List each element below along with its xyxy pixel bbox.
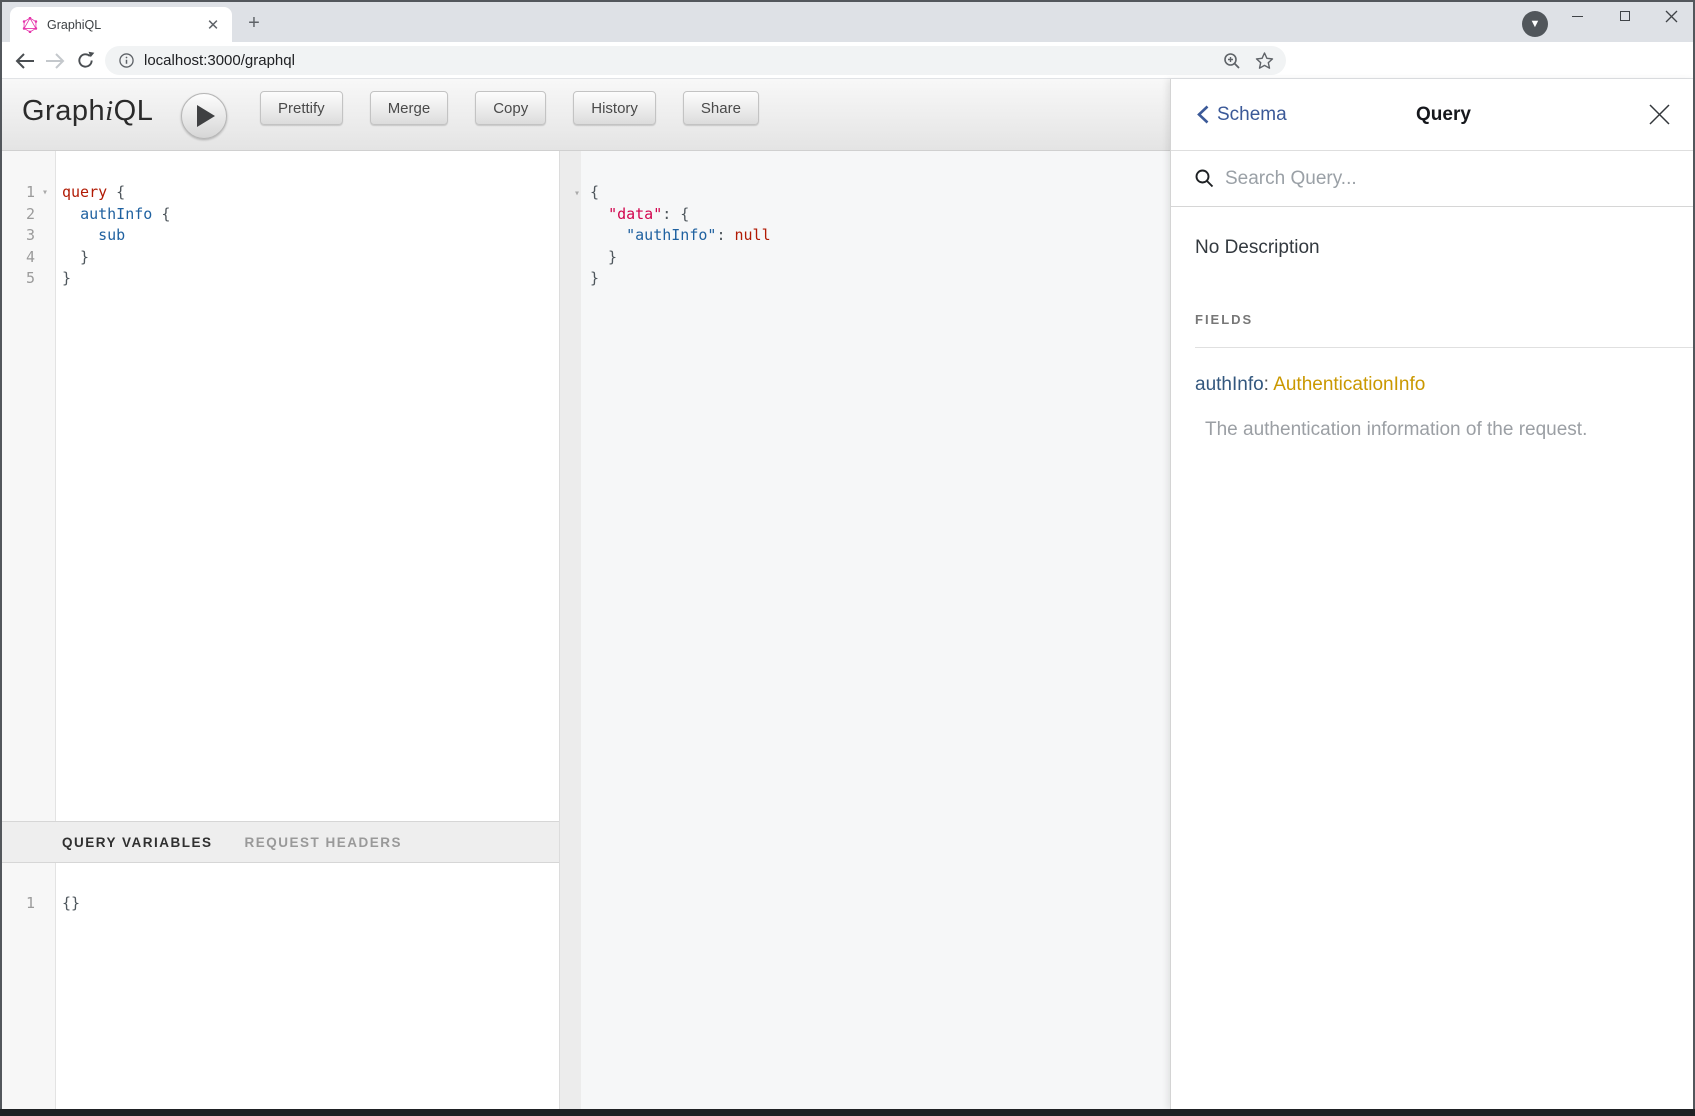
- address-bar[interactable]: [105, 46, 1286, 75]
- url-input[interactable]: [144, 52, 1223, 69]
- graphiql-topbar: GraphiQL Prettify Merge Copy History Share: [0, 79, 1170, 151]
- chevron-left-icon: [1197, 105, 1209, 124]
- window-frame: [0, 1109, 1695, 1116]
- tab-query-variables[interactable]: QUERY VARIABLES: [62, 835, 213, 850]
- line-number: 3: [0, 225, 56, 247]
- search-icon: [1195, 169, 1214, 188]
- field-type-link[interactable]: AuthenticationInfo: [1273, 374, 1425, 395]
- code-line: 2 authInfo {: [0, 204, 559, 226]
- pane-resize-divider[interactable]: [559, 151, 581, 1109]
- fold-caret-icon[interactable]: ▾: [42, 182, 48, 204]
- query-variables-editor[interactable]: 1{}: [0, 863, 559, 1109]
- history-button[interactable]: History: [573, 91, 656, 125]
- fold-caret-icon[interactable]: ▾: [574, 183, 580, 205]
- site-info-icon[interactable]: [119, 53, 134, 68]
- execute-query-button[interactable]: [181, 93, 227, 139]
- doc-back-link[interactable]: Schema: [1197, 104, 1287, 126]
- share-button[interactable]: Share: [683, 91, 759, 125]
- play-icon: [197, 105, 215, 127]
- doc-search-input[interactable]: [1225, 168, 1671, 190]
- prettify-button[interactable]: Prettify: [260, 91, 343, 125]
- variables-tab-bar: QUERY VARIABLES REQUEST HEADERS: [0, 821, 559, 863]
- doc-explorer-header: Schema Query: [1171, 79, 1695, 151]
- merge-button[interactable]: Merge: [370, 91, 449, 125]
- doc-title: Query: [1416, 104, 1471, 126]
- line-number: 1▾: [0, 182, 56, 204]
- graphiql-logo: GraphiQL: [22, 95, 153, 128]
- type-description: No Description: [1195, 237, 1671, 259]
- code-line: 4 }: [0, 247, 559, 269]
- window-maximize-button[interactable]: [1608, 0, 1642, 32]
- code-line: 5}: [0, 268, 559, 290]
- window-frame: [0, 0, 2, 1116]
- line-number: 2: [0, 204, 56, 226]
- code-line: }: [590, 268, 1170, 290]
- fields-heading: FIELDS: [1195, 312, 1671, 327]
- reload-icon[interactable]: [70, 42, 100, 79]
- code-line: 3 sub: [0, 225, 559, 247]
- line-number: 1: [0, 893, 56, 915]
- graphql-favicon-icon: [22, 17, 38, 33]
- window-minimize-button[interactable]: [1560, 0, 1594, 32]
- bookmark-star-icon[interactable]: [1255, 52, 1274, 70]
- code-line: 1▾query {: [0, 182, 559, 204]
- doc-explorer-panel: Schema Query No Description FIELDS authI…: [1170, 79, 1695, 1109]
- tab-close-icon[interactable]: ✕: [204, 16, 222, 34]
- window-close-button[interactable]: [1654, 0, 1688, 32]
- window-frame: [0, 0, 1695, 2]
- code-line: "authInfo": null: [590, 225, 1170, 247]
- field-item: authInfo: AuthenticationInfo: [1195, 374, 1671, 396]
- code-line: ▾{: [590, 182, 1170, 204]
- code-line: "data": {: [590, 204, 1170, 226]
- field-description: The authentication information of the re…: [1195, 419, 1671, 441]
- code-line: }: [590, 247, 1170, 269]
- download-status-icon[interactable]: ▼: [1522, 11, 1548, 37]
- field-name-link[interactable]: authInfo: [1195, 374, 1264, 395]
- browser-tab[interactable]: GraphiQL ✕: [10, 7, 232, 42]
- tab-request-headers[interactable]: REQUEST HEADERS: [245, 835, 403, 850]
- tab-title: GraphiQL: [47, 18, 204, 32]
- line-number: 5: [0, 268, 56, 290]
- field-separator: :: [1264, 374, 1274, 395]
- result-viewer: ▾{ "data": { "authInfo": null }}: [581, 151, 1170, 1109]
- browser-tab-strip: GraphiQL ✕ + ▼: [0, 0, 1695, 42]
- copy-button[interactable]: Copy: [475, 91, 546, 125]
- code-line: 1{}: [0, 893, 559, 915]
- fields-divider: [1195, 347, 1695, 348]
- doc-search-row: [1171, 151, 1695, 207]
- query-editor[interactable]: 1▾query {2 authInfo {3 sub4 }5}: [0, 151, 559, 821]
- line-number: 4: [0, 247, 56, 269]
- back-icon[interactable]: [10, 42, 40, 79]
- zoom-indicator-icon[interactable]: [1223, 52, 1241, 70]
- browser-toolbar: P+Tp L Aktualisieren: [0, 42, 1695, 79]
- forward-icon[interactable]: [40, 42, 70, 79]
- doc-close-icon[interactable]: [1647, 103, 1671, 127]
- new-tab-button[interactable]: +: [240, 9, 268, 37]
- doc-body: No Description FIELDS authInfo: Authenti…: [1171, 237, 1695, 441]
